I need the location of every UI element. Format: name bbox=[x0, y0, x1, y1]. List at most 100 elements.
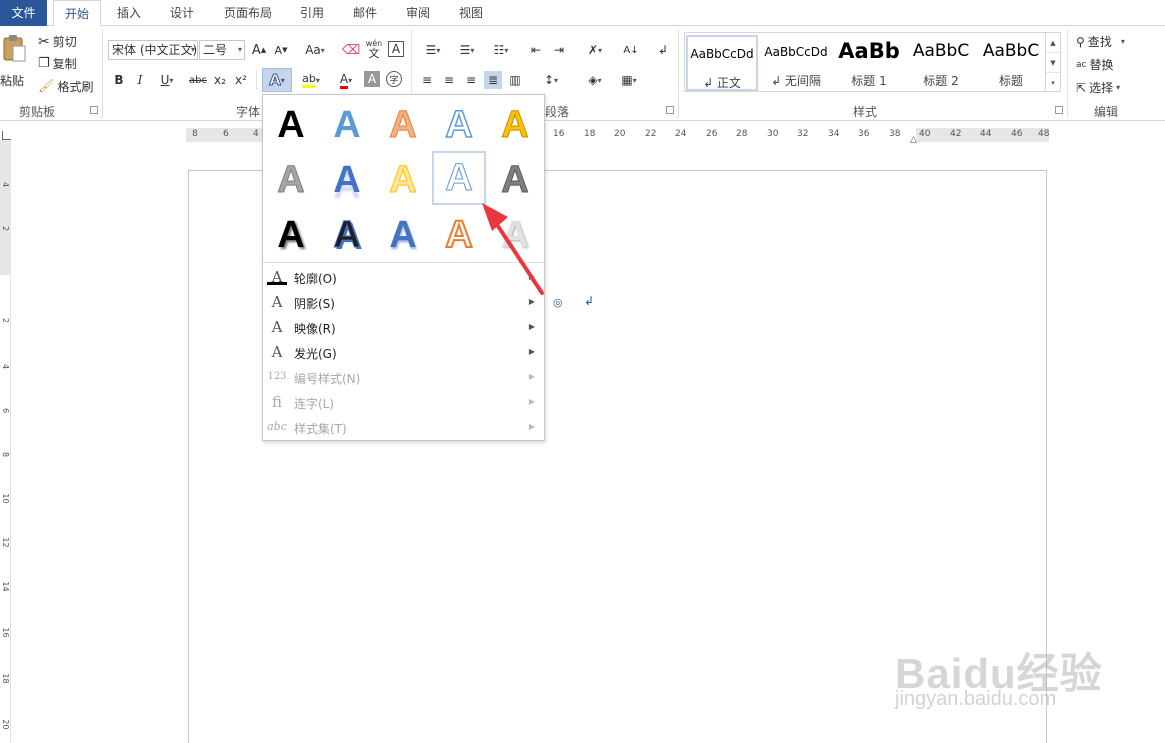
menu-item-stylistic-sets[interactable]: abc 样式集(T) ▶ bbox=[263, 415, 544, 440]
increase-indent-button[interactable]: ⇥ bbox=[550, 41, 568, 59]
style-heading-2[interactable]: AaBbC 标题 2 bbox=[905, 35, 977, 91]
tab-home[interactable]: 开始 bbox=[53, 0, 101, 27]
show-marks-button[interactable]: ↲ bbox=[654, 41, 672, 59]
grow-font-button[interactable]: A ▲ bbox=[250, 41, 268, 59]
distributed-icon: ▥ bbox=[509, 73, 521, 87]
style-normal[interactable]: AaBbCcDd ↲ 正文 bbox=[686, 35, 758, 91]
indent-marker-icon[interactable]: △ bbox=[910, 135, 917, 145]
bullets-button[interactable]: ☰ ▾ bbox=[418, 41, 448, 59]
style-title[interactable]: AaBbC 标题 bbox=[975, 35, 1047, 91]
style-name: 标题 bbox=[998, 74, 1023, 88]
select-button[interactable]: ⇱ 选择 ▾ bbox=[1076, 79, 1120, 96]
effect-style-black[interactable]: A bbox=[264, 98, 318, 152]
outline-icon: A bbox=[267, 268, 287, 286]
superscript-button[interactable]: x² bbox=[232, 71, 250, 89]
paste-button[interactable]: 粘贴 bbox=[0, 32, 30, 98]
menu-item-number-styles[interactable]: 123 编号样式(N) ▶ bbox=[263, 365, 544, 390]
menu-item-label: 发光(G) bbox=[294, 347, 337, 361]
ruler-tick: 34 bbox=[828, 129, 840, 139]
ruler-tick: 16 bbox=[553, 129, 565, 139]
clipboard-launcher-icon[interactable] bbox=[90, 106, 98, 114]
effect-style-gold[interactable]: A bbox=[488, 98, 542, 152]
tab-layout[interactable]: 页面布局 bbox=[214, 0, 282, 26]
effect-style-black-blue[interactable]: A bbox=[320, 208, 374, 262]
find-button[interactable]: ⚲ 查找 ▾ bbox=[1076, 33, 1125, 50]
menu-item-label: 映像(R) bbox=[294, 322, 336, 336]
menu-item-ligatures[interactable]: fi 连字(L) ▶ bbox=[263, 390, 544, 415]
strikethrough-button[interactable]: abc bbox=[186, 71, 210, 89]
ruler-tick: 2 bbox=[1, 225, 10, 232]
menu-item-label: 轮廓(O) bbox=[294, 272, 337, 286]
shrink-font-button[interactable]: A ▼ bbox=[272, 41, 290, 59]
copy-button[interactable]: ❐ 复制 bbox=[38, 55, 77, 72]
font-size-combo[interactable]: 二号 ▾ bbox=[199, 40, 245, 60]
character-border-button[interactable]: A bbox=[388, 41, 404, 57]
shading-button[interactable]: ◈ ▾ bbox=[580, 71, 610, 89]
effect-style-blue-bevel[interactable]: A bbox=[376, 208, 430, 262]
scroll-down-icon[interactable]: ▼ bbox=[1046, 53, 1060, 73]
menu-item-glow[interactable]: A 发光(G) ▶ bbox=[263, 340, 544, 365]
menu-item-reflection[interactable]: A 映像(R) ▶ bbox=[263, 315, 544, 340]
tab-design[interactable]: 设计 bbox=[158, 0, 206, 26]
effect-style-blue-reflect[interactable]: A bbox=[320, 153, 374, 207]
text-effects-button[interactable]: A ▾ bbox=[262, 68, 292, 92]
effect-style-yellow[interactable]: A bbox=[376, 153, 430, 207]
effect-style-blue[interactable]: A bbox=[320, 98, 374, 152]
more-icon[interactable]: ▾ bbox=[1046, 73, 1060, 93]
tab-selector[interactable] bbox=[2, 131, 11, 140]
paragraph-mark-icon: ↲ bbox=[584, 294, 595, 308]
style-heading-1[interactable]: AaBb 标题 1 bbox=[833, 35, 905, 91]
format-painter-label: 格式刷 bbox=[57, 80, 94, 94]
replace-button[interactable]: ac 替换 bbox=[1076, 56, 1113, 73]
font-color-button[interactable]: A ▾ bbox=[331, 71, 361, 89]
styles-gallery-scroll[interactable]: ▲ ▼ ▾ bbox=[1046, 32, 1061, 92]
ruler-tick: 48 bbox=[1038, 129, 1050, 139]
scroll-up-icon[interactable]: ▲ bbox=[1046, 33, 1060, 53]
styles-launcher-icon[interactable] bbox=[1055, 106, 1063, 114]
justify-button[interactable]: ≣ bbox=[484, 71, 502, 89]
character-shading-button[interactable]: A bbox=[364, 71, 380, 87]
borders-button[interactable]: ▦ ▾ bbox=[614, 71, 644, 89]
distributed-button[interactable]: ▥ bbox=[506, 71, 524, 89]
ribbon-tabs: 文件 开始 插入 设计 页面布局 引用 邮件 审阅 视图 bbox=[0, 0, 1165, 27]
tab-view[interactable]: 视图 bbox=[447, 0, 495, 26]
ruler-tick: 44 bbox=[980, 129, 992, 139]
numbering-button[interactable]: ☰ ▾ bbox=[452, 41, 482, 59]
effect-style-blue-outline[interactable]: A bbox=[432, 98, 486, 152]
underline-button[interactable]: U ▾ bbox=[152, 71, 182, 89]
align-left-button[interactable]: ≡ bbox=[418, 71, 436, 89]
font-family-combo[interactable]: 宋体 (中文正文) ▾ bbox=[108, 40, 198, 60]
style-name: 标题 1 bbox=[851, 74, 887, 88]
subscript-button[interactable]: x₂ bbox=[211, 71, 229, 89]
effect-style-black-shadow[interactable]: A bbox=[264, 208, 318, 262]
phonetic-guide-button[interactable]: wén 文 bbox=[365, 39, 383, 61]
line-spacing-button[interactable]: ↕ ▾ bbox=[536, 71, 566, 89]
italic-button[interactable]: I bbox=[131, 71, 149, 89]
tab-mailings[interactable]: 邮件 bbox=[341, 0, 389, 26]
change-case-button[interactable]: Aa ▾ bbox=[300, 41, 330, 59]
asian-layout-button[interactable]: ✗ ▾ bbox=[580, 41, 610, 59]
tab-review[interactable]: 审阅 bbox=[394, 0, 442, 26]
style-name: ↲ 无间隔 bbox=[771, 74, 821, 88]
vertical-ruler[interactable]: 4 2 2 4 6 8 10 12 14 16 18 20 bbox=[0, 140, 11, 743]
align-center-button[interactable]: ≡ bbox=[440, 71, 458, 89]
style-sample: AaBbCcDd bbox=[690, 47, 754, 61]
tab-file[interactable]: 文件 bbox=[0, 0, 47, 26]
tab-references[interactable]: 引用 bbox=[288, 0, 336, 26]
effect-style-gray[interactable]: A bbox=[264, 153, 318, 207]
paragraph-launcher-icon[interactable] bbox=[666, 106, 674, 114]
cut-button[interactable]: ✂ 剪切 bbox=[38, 33, 77, 50]
effect-style-orange-outline[interactable]: A bbox=[376, 98, 430, 152]
enclose-characters-button[interactable]: 字 bbox=[386, 71, 402, 87]
clear-formatting-button[interactable]: ⌫ bbox=[342, 41, 360, 59]
style-no-spacing[interactable]: AaBbCcDd ↲ 无间隔 bbox=[760, 35, 832, 91]
highlight-color-button[interactable]: ab ▾ bbox=[296, 71, 326, 89]
copy-label: 复制 bbox=[52, 57, 77, 71]
multilevel-list-button[interactable]: ☷ ▾ bbox=[486, 41, 516, 59]
bold-button[interactable]: B bbox=[110, 71, 128, 89]
decrease-indent-button[interactable]: ⇤ bbox=[527, 41, 545, 59]
tab-insert[interactable]: 插入 bbox=[105, 0, 153, 26]
align-right-button[interactable]: ≡ bbox=[462, 71, 480, 89]
format-painter-button[interactable]: 🖌 格式刷 bbox=[38, 78, 94, 95]
sort-button[interactable]: A↓ bbox=[622, 41, 640, 59]
